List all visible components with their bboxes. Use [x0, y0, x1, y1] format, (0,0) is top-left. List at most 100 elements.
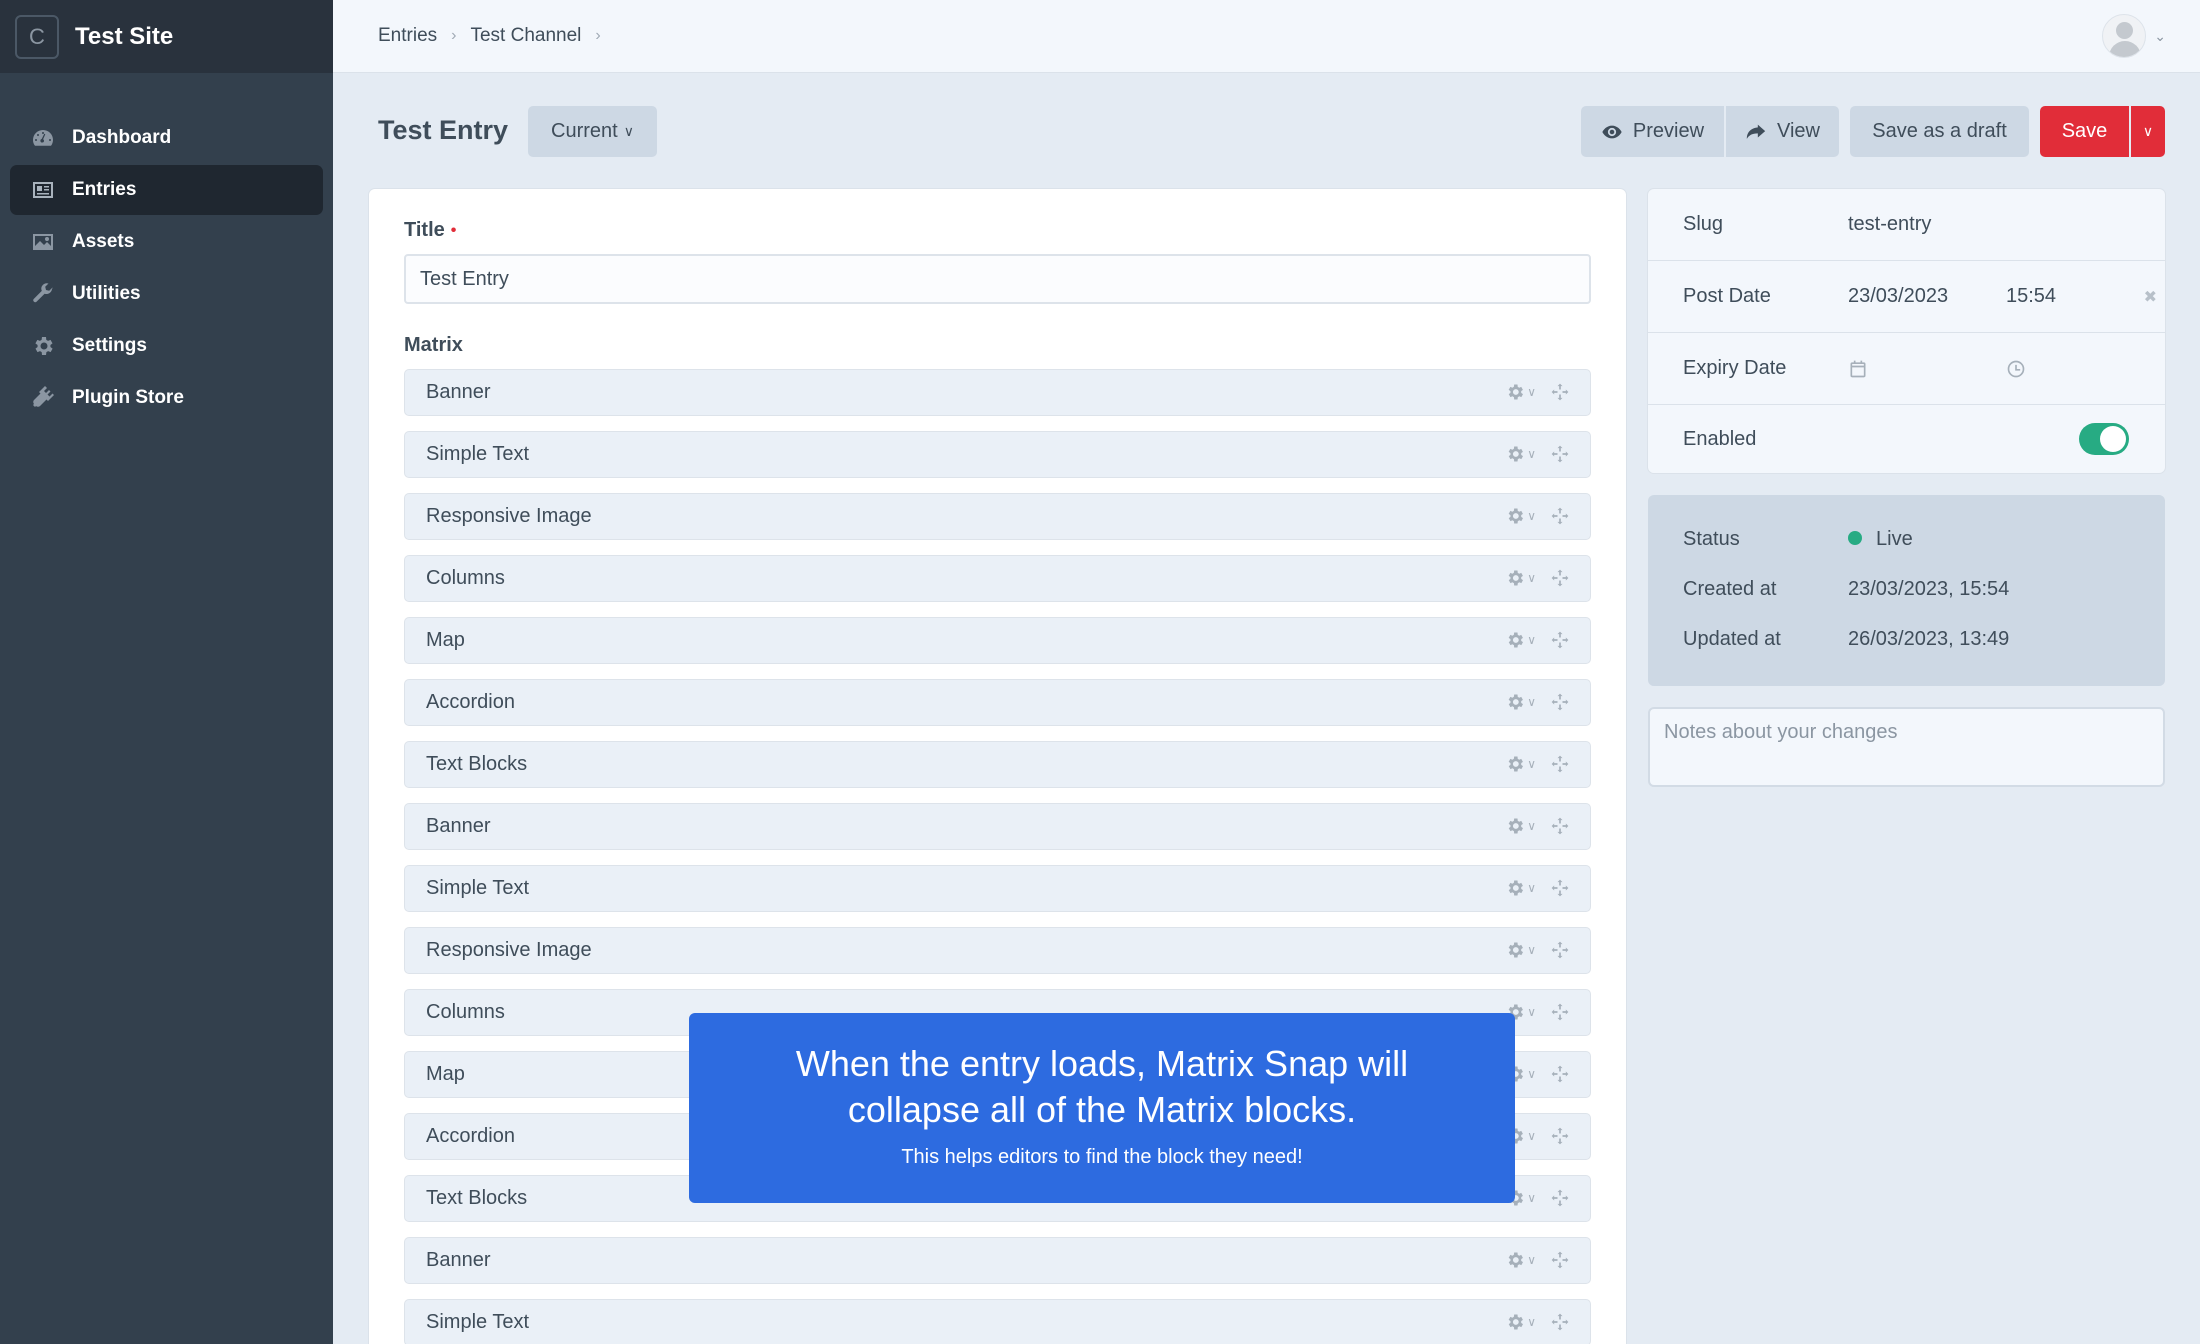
chevron-right-icon[interactable]: ›: [595, 27, 600, 45]
main-nav: Dashboard Entries Assets Utilities Setti…: [0, 113, 333, 423]
matrix-block[interactable]: Simple Text ∨: [404, 865, 1591, 912]
enabled-toggle[interactable]: [2079, 423, 2129, 455]
move-icon[interactable]: [1550, 506, 1570, 526]
move-icon[interactable]: [1550, 1188, 1570, 1208]
chevron-down-icon[interactable]: ∨: [1527, 571, 1536, 585]
matrix-block-title: Map: [426, 1063, 465, 1085]
chevron-down-icon[interactable]: ∨: [1527, 943, 1536, 957]
nav-item-utilities[interactable]: Utilities: [10, 269, 323, 319]
matrix-block-actions: ∨: [1505, 940, 1570, 960]
move-icon[interactable]: [1550, 1064, 1570, 1084]
gear-icon[interactable]: [1505, 382, 1525, 402]
move-icon[interactable]: [1550, 382, 1570, 402]
gear-icon[interactable]: [1505, 1312, 1525, 1332]
notes-input[interactable]: [1648, 707, 2165, 787]
chevron-down-icon[interactable]: ∨: [1527, 447, 1536, 461]
gear-icon[interactable]: [1505, 940, 1525, 960]
chevron-down-icon[interactable]: ∨: [1527, 1005, 1536, 1019]
gear-icon[interactable]: [1505, 816, 1525, 836]
post-time-input[interactable]: 15:54: [2006, 285, 2056, 308]
top-bar: Entries › Test Channel › ⌄: [333, 0, 2200, 73]
move-icon[interactable]: [1550, 1002, 1570, 1022]
status-row: Status Live: [1648, 526, 2165, 556]
nav-item-dashboard[interactable]: Dashboard: [10, 113, 323, 163]
title-field-label: Title •: [404, 219, 456, 242]
user-menu[interactable]: ⌄: [2102, 14, 2166, 58]
chevron-down-icon[interactable]: ∨: [1527, 633, 1536, 647]
gear-icon[interactable]: [1505, 692, 1525, 712]
required-indicator: •: [450, 221, 457, 239]
chevron-down-icon[interactable]: ∨: [1527, 1067, 1536, 1081]
calendar-icon[interactable]: [1848, 359, 1868, 379]
nav-item-entries[interactable]: Entries: [10, 165, 323, 215]
matrix-block[interactable]: Simple Text ∨: [404, 431, 1591, 478]
matrix-block[interactable]: Banner ∨: [404, 803, 1591, 850]
updated-row: Updated at 26/03/2023, 13:49: [1648, 626, 2165, 656]
matrix-block[interactable]: Simple Text ∨: [404, 1299, 1591, 1344]
gear-icon[interactable]: [1505, 506, 1525, 526]
save-menu-button[interactable]: ∨: [2131, 106, 2165, 157]
site-name[interactable]: Test Site: [75, 23, 173, 51]
post-date-input[interactable]: 23/03/2023: [1848, 285, 1948, 308]
chevron-down-icon[interactable]: ∨: [1527, 509, 1536, 523]
clock-icon[interactable]: [2006, 359, 2026, 379]
slug-row: Slug test-entry: [1648, 189, 2165, 261]
gear-icon[interactable]: [1505, 630, 1525, 650]
nav-item-plugin-store[interactable]: Plugin Store: [10, 373, 323, 423]
preview-button[interactable]: Preview: [1581, 106, 1724, 157]
revision-menu-button[interactable]: Current ∨: [528, 106, 657, 157]
avatar[interactable]: [2102, 14, 2147, 58]
matrix-block-title: Simple Text: [426, 443, 530, 465]
matrix-block[interactable]: Banner ∨: [404, 369, 1591, 416]
matrix-block-title: Banner: [426, 381, 491, 403]
chevron-down-icon[interactable]: ∨: [1527, 695, 1536, 709]
slug-input[interactable]: test-entry: [1848, 213, 1931, 236]
chevron-down-icon[interactable]: ∨: [1527, 385, 1536, 399]
title-input[interactable]: [404, 254, 1591, 304]
gear-icon[interactable]: [1505, 1250, 1525, 1270]
chevron-down-icon[interactable]: ∨: [1527, 1315, 1536, 1329]
site-logo[interactable]: C: [15, 14, 59, 59]
move-icon[interactable]: [1550, 1250, 1570, 1270]
chevron-down-icon[interactable]: ∨: [1527, 1129, 1536, 1143]
move-icon[interactable]: [1550, 1312, 1570, 1332]
move-icon[interactable]: [1550, 816, 1570, 836]
move-icon[interactable]: [1550, 754, 1570, 774]
matrix-block[interactable]: Columns ∨: [404, 555, 1591, 602]
nav-item-settings[interactable]: Settings: [10, 321, 323, 371]
move-icon[interactable]: [1550, 630, 1570, 650]
matrix-block-title: Columns: [426, 567, 505, 589]
entry-meta-pane: Slug test-entry Post Date 23/03/2023 15:…: [1648, 189, 2165, 473]
move-icon[interactable]: [1550, 692, 1570, 712]
chevron-down-icon[interactable]: ∨: [1527, 881, 1536, 895]
matrix-block[interactable]: Responsive Image ∨: [404, 927, 1591, 974]
gear-icon[interactable]: [1505, 444, 1525, 464]
gear-icon[interactable]: [1505, 754, 1525, 774]
move-icon[interactable]: [1550, 568, 1570, 588]
gear-icon[interactable]: [1505, 568, 1525, 588]
matrix-block[interactable]: Text Blocks ∨: [404, 741, 1591, 788]
callout-heading: When the entry loads, Matrix Snap will c…: [795, 1043, 1409, 1130]
clear-icon[interactable]: ✖: [2144, 287, 2157, 307]
move-icon[interactable]: [1550, 1126, 1570, 1146]
matrix-block[interactable]: Responsive Image ∨: [404, 493, 1591, 540]
matrix-block[interactable]: Banner ∨: [404, 1237, 1591, 1284]
save-draft-button[interactable]: Save as a draft: [1850, 106, 2029, 157]
matrix-block[interactable]: Accordion ∨: [404, 679, 1591, 726]
nav-item-assets[interactable]: Assets: [10, 217, 323, 267]
move-icon[interactable]: [1550, 940, 1570, 960]
matrix-block[interactable]: Map ∨: [404, 617, 1591, 664]
view-button[interactable]: View: [1726, 106, 1839, 157]
gear-icon[interactable]: [1505, 878, 1525, 898]
chevron-down-icon[interactable]: ∨: [1527, 1253, 1536, 1267]
share-arrow-icon: [1746, 124, 1766, 139]
chevron-down-icon[interactable]: ∨: [1527, 757, 1536, 771]
move-icon[interactable]: [1550, 878, 1570, 898]
matrix-block-actions: ∨: [1505, 630, 1570, 650]
breadcrumb-entries[interactable]: Entries: [378, 25, 437, 47]
chevron-down-icon[interactable]: ∨: [1527, 819, 1536, 833]
save-button[interactable]: Save: [2040, 106, 2129, 157]
chevron-down-icon[interactable]: ∨: [1527, 1191, 1536, 1205]
breadcrumb-channel[interactable]: Test Channel: [470, 25, 581, 47]
move-icon[interactable]: [1550, 444, 1570, 464]
